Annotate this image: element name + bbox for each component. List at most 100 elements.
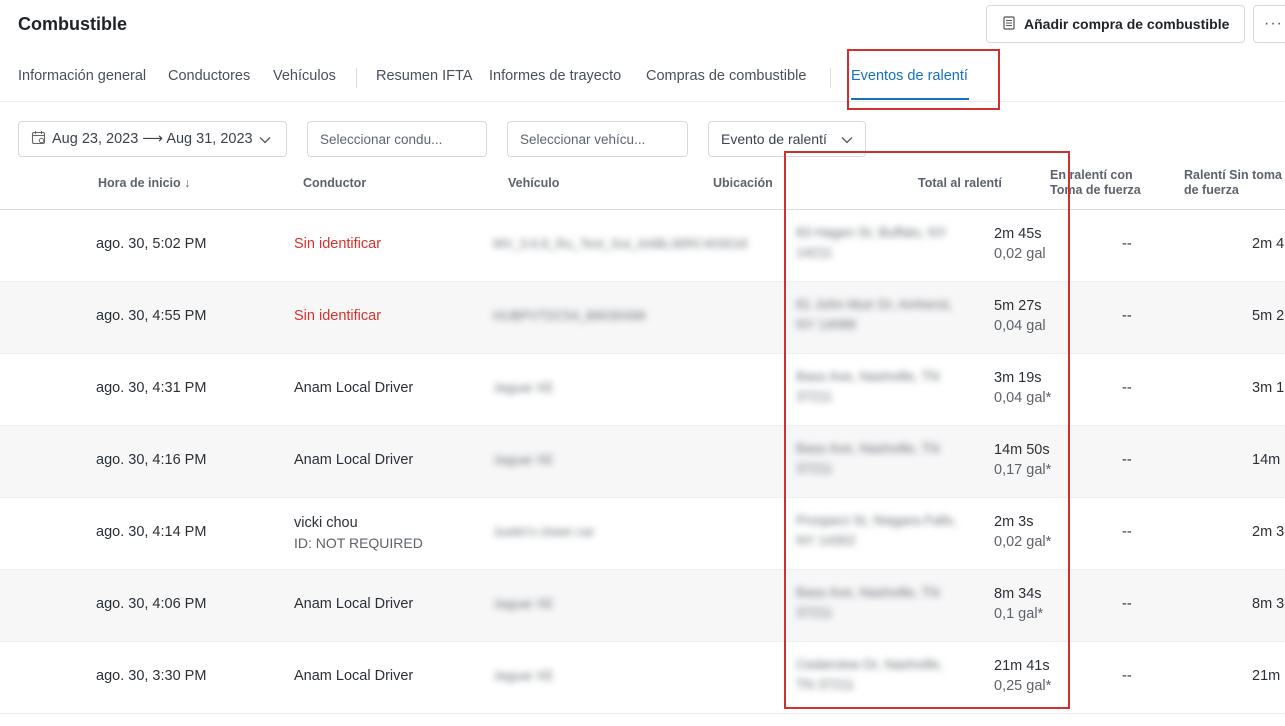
idle-fuel: 0,04 gal* xyxy=(994,390,1052,406)
vehicle-name[interactable]: HUBPVTDC54_B8030498 xyxy=(493,308,645,323)
driver-name[interactable]: vicki chou xyxy=(294,515,358,531)
idle-no-pto-value: 14m xyxy=(1252,452,1281,468)
location-line-1: Prospect St, Niagara Falls, xyxy=(796,513,957,528)
idle-pto-value: -- xyxy=(1122,596,1132,612)
chevron-down-icon xyxy=(259,131,271,147)
start-time: ago. 30, 4:06 PM xyxy=(96,596,207,612)
tab-trip-reports[interactable]: Informes de trayecto xyxy=(489,68,621,84)
vehicle-select-input[interactable] xyxy=(520,131,687,147)
idle-duration: 3m 19s xyxy=(994,370,1042,386)
location-line-2: 37211 xyxy=(796,461,833,476)
location-line-2: NY 14068 xyxy=(796,317,856,332)
start-time: ago. 30, 4:14 PM xyxy=(96,524,207,540)
driver-name[interactable]: Anam Local Driver xyxy=(294,452,413,468)
idle-pto-value: -- xyxy=(1122,668,1132,684)
vehicle-name[interactable]: Jaguar XE xyxy=(493,596,554,611)
driver-name[interactable]: Anam Local Driver xyxy=(294,380,413,396)
location-line-1: Bass Ave, Nashville, TN xyxy=(796,369,940,384)
vehicle-name[interactable]: Jaguar XE xyxy=(493,668,554,683)
event-type-value: Evento de ralentí xyxy=(721,131,827,147)
column-header-driver[interactable]: Conductor xyxy=(303,176,366,190)
idle-fuel: 0,02 gal* xyxy=(994,534,1052,550)
idle-fuel: 0,1 gal* xyxy=(994,606,1044,622)
filter-bar: Aug 23, 2023 ⟶ Aug 31, 2023 Evento de ra… xyxy=(0,120,1285,160)
location-line-1: 81 John Muir Dr, Amherst, xyxy=(796,297,953,312)
idle-no-pto-value: 8m 3 xyxy=(1252,596,1285,612)
driver-name[interactable]: Sin identificar xyxy=(294,308,381,324)
location-line-2: NY 14302 xyxy=(796,533,856,548)
column-header-idle-pto[interactable]: En ralentí con Toma de fuerza xyxy=(1050,168,1148,198)
idle-fuel: 0,25 gal* xyxy=(994,678,1052,694)
tab-divider xyxy=(830,68,831,88)
tab-divider xyxy=(356,68,357,88)
idle-fuel: 0,04 gal xyxy=(994,318,1046,334)
tab-drivers[interactable]: Conductores xyxy=(168,68,250,84)
table-row[interactable]: ago. 30, 4:16 PM Anam Local Driver Jaguar … xyxy=(0,426,1285,498)
idle-fuel: 0,02 gal xyxy=(994,246,1046,262)
tab-overview[interactable]: Información general xyxy=(18,68,146,84)
location-line-1: 83 Hagen St, Buffalo, NY xyxy=(796,225,947,240)
page-header: Combustible Añadir compra de combustible… xyxy=(0,0,1285,50)
table-row[interactable]: ago. 30, 3:30 PM Anam Local Driver Jaguar … xyxy=(0,642,1285,714)
idle-no-pto-value: 2m 3 xyxy=(1252,524,1285,540)
tab-ifta-summary[interactable]: Resumen IFTA xyxy=(376,68,472,84)
location-line-2: TN 37211 xyxy=(796,677,855,692)
idle-duration: 5m 27s xyxy=(994,298,1042,314)
more-options-button[interactable]: ··· xyxy=(1253,5,1285,43)
idle-pto-value: -- xyxy=(1122,380,1132,396)
idle-duration: 14m 50s xyxy=(994,442,1050,458)
vehicle-name[interactable]: Justin's clown car xyxy=(493,524,594,539)
vehicle-select[interactable] xyxy=(507,121,688,157)
idle-pto-value: -- xyxy=(1122,236,1132,252)
vehicle-name[interactable]: MV_3.6.8_Ru_Test_Sut_AABL36RC403018 xyxy=(493,236,747,251)
location-line-2: 14211 xyxy=(796,245,833,260)
location-line-1: Bass Ave, Nashville, TN xyxy=(796,585,940,600)
column-header-total-idle[interactable]: Total al ralentí xyxy=(918,176,1002,190)
driver-select-input[interactable] xyxy=(320,131,486,147)
idle-no-pto-value: 3m 1 xyxy=(1252,380,1285,396)
idle-duration: 2m 3s xyxy=(994,514,1034,530)
document-icon xyxy=(1003,15,1015,33)
driver-name[interactable]: Sin identificar xyxy=(294,236,381,252)
idle-no-pto-value: 21m xyxy=(1252,668,1281,684)
table-row[interactable]: ago. 30, 5:02 PM Sin identificar MV_3.6.8_… xyxy=(0,210,1285,282)
idle-pto-value: -- xyxy=(1122,308,1132,324)
column-header-vehicle[interactable]: Vehículo xyxy=(508,176,559,190)
page-title: Combustible xyxy=(18,14,128,34)
tab-idle-events[interactable]: Eventos de ralentí xyxy=(851,68,968,84)
start-time: ago. 30, 3:30 PM xyxy=(96,668,207,684)
idle-no-pto-value: 2m 4 xyxy=(1252,236,1285,252)
table-row[interactable]: ago. 30, 4:14 PM vicki chou ID: NOT REQUIR… xyxy=(0,498,1285,570)
event-type-select[interactable]: Evento de ralentí xyxy=(708,121,866,157)
driver-select[interactable] xyxy=(307,121,487,157)
location-line-2: 37211 xyxy=(796,389,833,404)
location-line-1: Cedarview Dr, Nashville, xyxy=(796,657,944,672)
tab-vehicles[interactable]: Vehículos xyxy=(273,68,336,84)
idle-no-pto-value: 5m 2 xyxy=(1252,308,1285,324)
idle-duration: 8m 34s xyxy=(994,586,1042,602)
vehicle-name[interactable]: Jaguar XE xyxy=(493,380,554,395)
idle-duration: 21m 41s xyxy=(994,658,1050,674)
location-line-1: Bass Ave, Nashville, TN xyxy=(796,441,940,456)
idle-pto-value: -- xyxy=(1122,452,1132,468)
location-line-2: 37211 xyxy=(796,605,833,620)
start-time: ago. 30, 5:02 PM xyxy=(96,236,207,252)
table-row[interactable]: ago. 30, 4:06 PM Anam Local Driver Jaguar … xyxy=(0,570,1285,642)
column-header-start-time[interactable]: Hora de inicio ↓ xyxy=(98,176,190,190)
date-range-picker[interactable]: Aug 23, 2023 ⟶ Aug 31, 2023 xyxy=(18,121,287,157)
add-fuel-purchase-button[interactable]: Añadir compra de combustible xyxy=(986,5,1245,43)
vehicle-name[interactable]: Jaguar XE xyxy=(493,452,554,467)
fuel-tabs: Información general Conductores Vehículo… xyxy=(0,58,1285,102)
column-header-idle-no-pto[interactable]: Ralentí Sin toma de fuerza xyxy=(1184,168,1284,198)
start-time: ago. 30, 4:55 PM xyxy=(96,308,207,324)
add-fuel-purchase-label: Añadir compra de combustible xyxy=(1024,16,1230,32)
tab-fuel-purchases[interactable]: Compras de combustible xyxy=(646,68,806,84)
column-header-location[interactable]: Ubicación xyxy=(713,176,773,190)
driver-name[interactable]: Anam Local Driver xyxy=(294,596,413,612)
start-time: ago. 30, 4:16 PM xyxy=(96,452,207,468)
table-header: Hora de inicio ↓ Conductor Vehículo Ubic… xyxy=(0,160,1285,210)
calendar-icon xyxy=(31,130,46,148)
driver-name[interactable]: Anam Local Driver xyxy=(294,668,413,684)
table-row[interactable]: ago. 30, 4:55 PM Sin identificar HUBPVTDC5… xyxy=(0,282,1285,354)
table-row[interactable]: ago. 30, 4:31 PM Anam Local Driver Jaguar … xyxy=(0,354,1285,426)
